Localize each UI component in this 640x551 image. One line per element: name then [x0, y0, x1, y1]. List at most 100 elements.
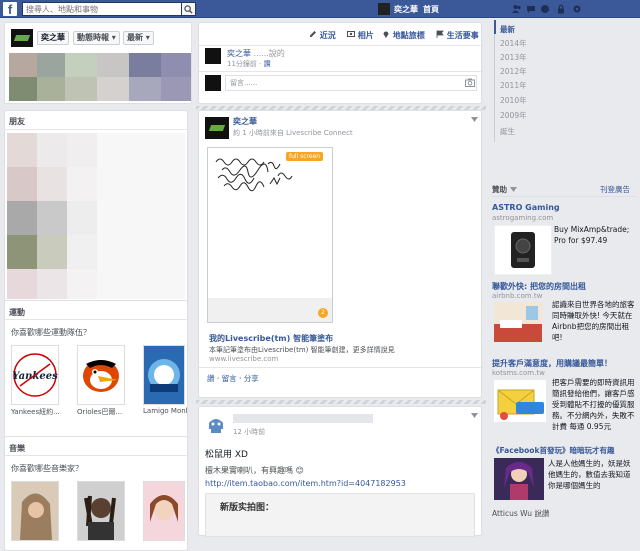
- camera-icon[interactable]: [465, 78, 475, 87]
- orioles-thumbnail[interactable]: [77, 345, 125, 405]
- search-input[interactable]: [22, 2, 182, 16]
- tab-life-events[interactable]: 生活要事: [436, 30, 479, 41]
- timeline-item-2014[interactable]: 2014年: [500, 38, 527, 49]
- notifications-icon[interactable]: [540, 4, 550, 14]
- top-post-time: 11分鐘前: [227, 60, 257, 68]
- link-title[interactable]: 我的Livescribe(tm) 智能筆塗布: [209, 333, 333, 344]
- ad-3-title[interactable]: 提升客戶滿意度，用購議最簡單！: [492, 358, 612, 369]
- ad-2-title[interactable]: 聯歡外快: 把您的房間出租: [492, 281, 586, 292]
- post1-avatar[interactable]: [205, 117, 229, 139]
- timeline-item-2012[interactable]: 2012年: [500, 66, 527, 77]
- handwriting-image: [208, 148, 332, 322]
- ad-1-url[interactable]: astrogaming.com: [492, 214, 553, 222]
- ad-4-title[interactable]: 《Facebook首發玩》暗暗玩才有趣: [492, 445, 614, 456]
- musician-thumbnail-1[interactable]: [11, 481, 59, 541]
- sports-card: 運動 你喜歡哪些運動隊伍？ Yankees Yankees紐約... Oriol…: [4, 300, 189, 444]
- post1-actions: 讚 · 留言 · 分享: [207, 374, 259, 383]
- sort-dropdown-button[interactable]: 最新 ▾: [123, 31, 154, 45]
- user-name-link[interactable]: 奕之華: [394, 4, 418, 15]
- link-url[interactable]: www.livescribe.com: [209, 355, 278, 363]
- post-card-livescribe: 奕之華 約 1 小時前來自 Livescribe Connect full sc…: [198, 110, 483, 398]
- feed-dropdown-button[interactable]: 動態時報 ▾: [73, 31, 120, 45]
- feed-dropdown-label: 動態時報: [77, 33, 109, 42]
- sms-envelope-image: [494, 380, 546, 422]
- top-post-author[interactable]: 奕之華 ......說的: [227, 48, 285, 59]
- game-character-image: [494, 458, 544, 500]
- top-post-like-link[interactable]: 讚: [264, 60, 271, 68]
- timeline-item-latest[interactable]: 最新: [500, 24, 515, 35]
- music-heading[interactable]: 音樂: [9, 443, 25, 454]
- comment-input[interactable]: 留言......: [225, 75, 477, 91]
- sort-dropdown-label: 最新: [127, 33, 143, 42]
- post2-line2: 檀木果實喇叭，有興趣嗎 😊: [205, 466, 304, 475]
- privacy-lock-icon[interactable]: [556, 4, 566, 14]
- profile-avatar[interactable]: [11, 29, 33, 47]
- ad-3-url[interactable]: kotsms.com.tw: [492, 369, 545, 377]
- photo-icon: [347, 31, 355, 37]
- home-link[interactable]: 首頁: [423, 4, 439, 15]
- share-action[interactable]: 分享: [244, 374, 259, 383]
- sports-heading[interactable]: 運動: [9, 307, 25, 318]
- timeline-item-2009[interactable]: 2009年: [500, 110, 527, 121]
- post2-photo[interactable]: 新版实拍图：: [205, 493, 475, 537]
- sports-question: 你喜歡哪些運動隊伍？: [11, 328, 91, 337]
- profile-header-card: 奕之華 動態時報 ▾ 最新 ▾: [4, 22, 192, 104]
- center-column: 近況 相片 地點旅標 生活要事 奕之華 ......說的 11分鐘前 · 讚 留…: [196, 18, 486, 537]
- musician-thumbnail-2[interactable]: [77, 481, 125, 541]
- user-avatar[interactable]: [378, 3, 390, 15]
- timeline-item-2011[interactable]: 2011年: [500, 80, 527, 91]
- search-icon: [184, 5, 193, 14]
- composer-avatar: [205, 75, 221, 91]
- create-ad-link[interactable]: 刊登廣告: [600, 184, 630, 195]
- like-action[interactable]: 讚: [207, 374, 215, 383]
- search-button[interactable]: [182, 2, 196, 16]
- ad-4-social-context: Atticus Wu 說讚: [492, 509, 550, 518]
- post1-meta: 約 1 小時前來自 Livescribe Connect: [233, 129, 353, 137]
- chevron-down-icon[interactable]: [471, 117, 478, 122]
- post2-avatar-icon[interactable]: [205, 413, 227, 435]
- timeline-line: [494, 20, 495, 142]
- ad-3-image[interactable]: [494, 380, 546, 422]
- tab-places-label: 地點旅標: [392, 31, 425, 40]
- livescribe-note-preview[interactable]: full screen 2: [207, 147, 333, 323]
- musician-thumbnail-3[interactable]: [143, 481, 185, 541]
- friends-heading[interactable]: 朋友: [9, 116, 25, 127]
- tab-photos[interactable]: 相片: [347, 30, 374, 41]
- tab-photos-label: 相片: [357, 31, 374, 40]
- messages-icon[interactable]: [526, 4, 536, 14]
- yankees-thumbnail[interactable]: Yankees: [11, 345, 59, 405]
- friend-requests-icon[interactable]: [512, 4, 522, 14]
- post1-author[interactable]: 奕之華: [233, 116, 257, 127]
- chevron-down-icon[interactable]: [509, 187, 517, 192]
- ad-1-image[interactable]: [494, 225, 552, 275]
- timeline-item-2013[interactable]: 2013年: [500, 52, 527, 63]
- post2-author-blurred[interactable]: [233, 414, 373, 423]
- ad-2-url[interactable]: airbnb.com.tw: [492, 292, 542, 300]
- team-label-lamigo[interactable]: Lamigo Monk...: [143, 407, 187, 415]
- comment-action[interactable]: 留言: [222, 374, 237, 383]
- post2-url[interactable]: http://item.taobao.com/item.htm?id=40471…: [205, 479, 406, 488]
- music-card: 音樂 你喜歡哪些音樂家？: [4, 436, 189, 551]
- photo-caption: 新版实拍图：: [220, 503, 275, 513]
- full-screen-badge[interactable]: full screen: [286, 152, 324, 161]
- chevron-down-icon[interactable]: [471, 413, 478, 418]
- orioles-logo-icon: [83, 360, 119, 392]
- ad-2-image[interactable]: [494, 302, 542, 342]
- top-post-blurred-text: ......說的: [253, 49, 285, 58]
- musician-photo-2: [78, 482, 124, 540]
- team-label-yankees[interactable]: Yankees紐約...: [11, 407, 61, 417]
- top-post-avatar[interactable]: [205, 48, 221, 64]
- team-label-orioles[interactable]: Orioles巴爾...: [77, 407, 127, 417]
- ad-1-title[interactable]: ASTRO Gaming: [492, 203, 560, 212]
- facebook-logo-icon[interactable]: f: [3, 2, 17, 17]
- profile-name-button[interactable]: 奕之華: [37, 31, 69, 45]
- tab-status[interactable]: 近況: [309, 30, 336, 41]
- timeline-item-2010[interactable]: 2010年: [500, 95, 527, 106]
- lamigo-thumbnail[interactable]: [143, 345, 185, 405]
- ad-4-image[interactable]: [494, 458, 544, 500]
- tab-places[interactable]: 地點旅標: [382, 30, 425, 41]
- timeline-item-born[interactable]: 誕生: [500, 126, 515, 137]
- sponsored-heading: 贊助: [492, 184, 517, 195]
- friends-card: 朋友: [4, 110, 189, 306]
- settings-gear-icon[interactable]: [572, 4, 582, 14]
